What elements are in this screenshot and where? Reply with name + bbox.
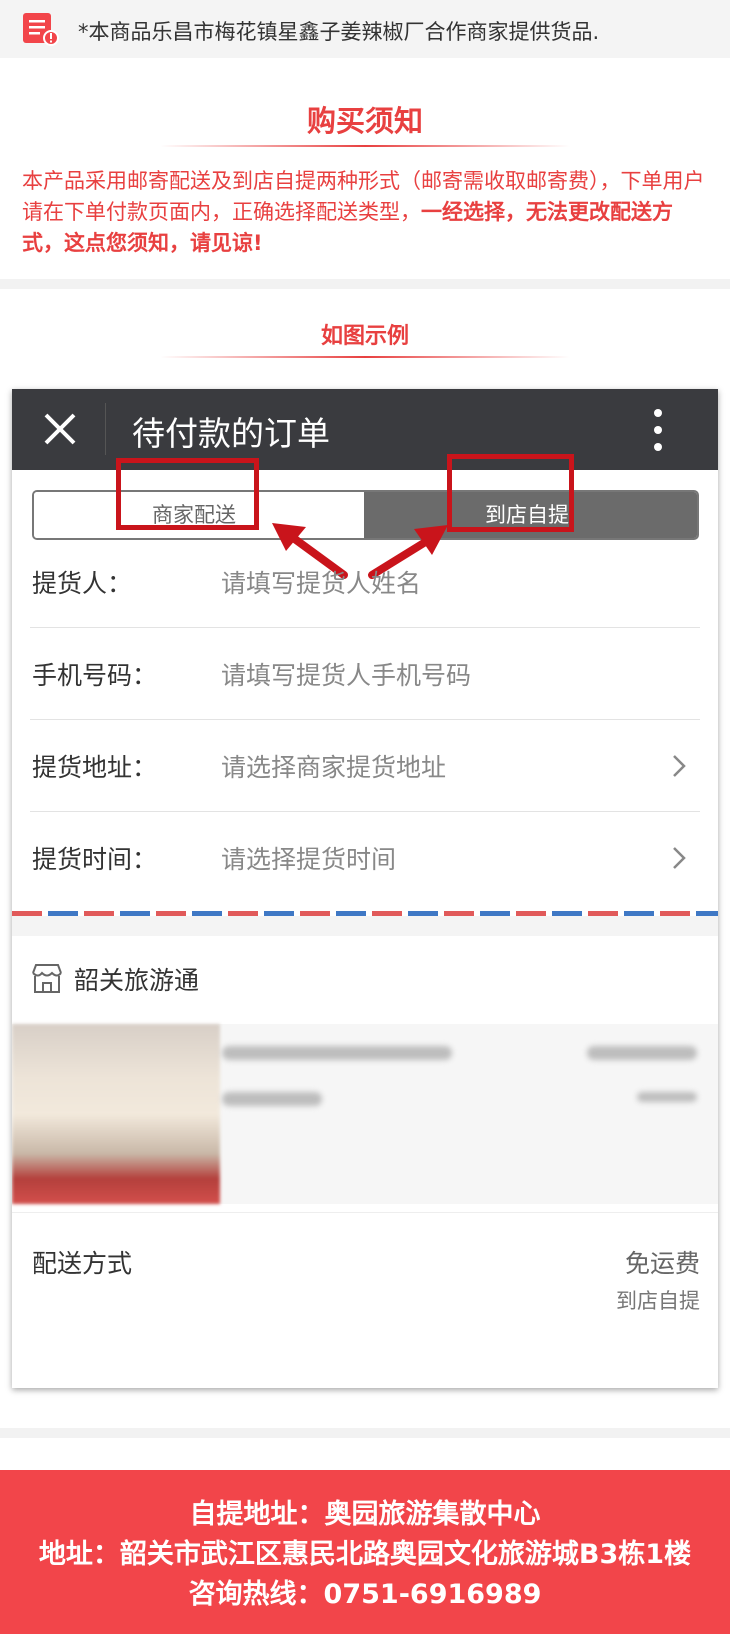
more-vertical-icon[interactable]: [652, 405, 664, 455]
pickup-address-label: 提货地址：: [32, 753, 158, 782]
highlight-box-pickup: [447, 454, 574, 532]
form-row-pickup-address[interactable]: 提货地址： 请选择商家提货地址: [30, 720, 700, 812]
blurred-product-title: [222, 1046, 452, 1060]
product-image: [12, 1024, 220, 1204]
section-separator-bottom: [0, 1428, 730, 1438]
order-page-title: 待付款的订单: [132, 414, 330, 453]
recipient-label: 提货人：: [32, 569, 133, 598]
blurred-product-spec: [222, 1092, 322, 1106]
pickup-time-select[interactable]: 请选择提货时间: [221, 840, 396, 876]
shipping-method-label: 配送方式: [32, 1249, 133, 1278]
header-divider: [105, 403, 106, 455]
row-divider: [12, 1212, 718, 1213]
form-row-pickup-time[interactable]: 提货时间： 请选择提货时间: [30, 812, 700, 904]
example-title: 如图示例: [320, 324, 409, 349]
close-icon[interactable]: [40, 409, 80, 449]
blurred-product-price: [587, 1046, 697, 1060]
shipping-fee: 免运费: [624, 1249, 700, 1278]
pickup-address-select[interactable]: 请选择商家提货地址: [221, 748, 446, 784]
shop-name: 韶关旅游通: [74, 966, 200, 995]
shipping-method-value: 到店自提: [616, 1289, 700, 1313]
section-separator: [0, 279, 730, 289]
phone-label: 手机号码：: [32, 661, 158, 690]
document-alert-icon: [23, 13, 59, 46]
phone-input[interactable]: 请填写提货人手机号码: [221, 656, 471, 692]
order-screenshot: 待付款的订单 商家配送 到店自提 提货人： 请填写提货人姓名 手机号码： 请填写…: [12, 389, 718, 1388]
purchase-notes-title: 购买须知: [306, 104, 423, 138]
recipient-input[interactable]: 请填写提货人姓名: [221, 564, 421, 600]
hotline: 咨询热线：0751-6916989: [188, 1579, 542, 1610]
form-row-recipient[interactable]: 提货人： 请填写提货人姓名: [30, 536, 700, 628]
address: 地址：韶关市武江区惠民北路奥园文化旅游城B3栋1楼: [38, 1539, 692, 1570]
title-divider: [160, 145, 570, 147]
shop-icon: [32, 964, 62, 993]
chevron-right-icon: [673, 847, 686, 869]
pickup-time-label: 提货时间：: [32, 845, 158, 874]
example-title-divider: [160, 356, 570, 358]
notice-text: *本商品乐昌市梅花镇星鑫子姜辣椒厂合作商家提供货品.: [78, 20, 600, 44]
form-row-phone[interactable]: 手机号码： 请填写提货人手机号码: [30, 628, 700, 720]
pickup-info-banner: 自提地址：奥园旅游集散中心 地址：韶关市武江区惠民北路奥园文化旅游城B3栋1楼 …: [0, 1470, 730, 1634]
purchase-notes-body: 本产品采用邮寄配送及到店自提两种形式（邮寄需收取邮寄费），下单用户请在下单付款页…: [22, 166, 712, 259]
blurred-product-qty: [637, 1092, 697, 1102]
notice-bar: *本商品乐昌市梅花镇星鑫子姜辣椒厂合作商家提供货品.: [0, 0, 730, 58]
highlight-box-merchant: [116, 458, 259, 530]
pickup-location: 自提地址：奥园旅游集散中心: [189, 1499, 541, 1530]
product-item[interactable]: [12, 1024, 718, 1204]
chevron-right-icon: [673, 755, 686, 777]
section-gap: [12, 916, 718, 936]
